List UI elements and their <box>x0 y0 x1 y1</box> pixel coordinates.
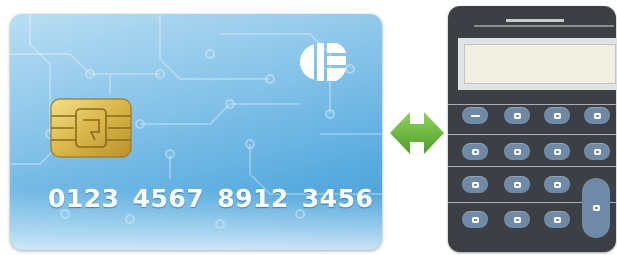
key-symbol-icon <box>593 148 601 155</box>
key-symbol-icon <box>513 148 521 155</box>
calculator-key[interactable] <box>544 143 570 160</box>
calculator-key[interactable] <box>504 211 530 228</box>
key-symbol-icon <box>471 216 479 223</box>
contact-chip-icon <box>50 98 132 158</box>
keypad-divider <box>448 104 616 105</box>
key-symbol-icon <box>513 181 521 188</box>
calculator-display <box>464 44 616 84</box>
minus-key[interactable] <box>462 107 488 124</box>
keypad-divider <box>448 134 616 135</box>
card-number-group: 3456 <box>301 184 374 213</box>
key-symbol-icon <box>592 205 600 211</box>
calculator-key[interactable] <box>504 176 530 193</box>
key-symbol-icon <box>593 112 601 119</box>
key-symbol-icon <box>553 112 561 119</box>
card-number: 0123 4567 8912 3456 <box>48 184 373 213</box>
keypad-divider <box>448 166 616 167</box>
calculator-key[interactable] <box>462 176 488 193</box>
calculator-key[interactable] <box>504 143 530 160</box>
key-symbol-icon <box>513 112 521 119</box>
minus-icon <box>470 114 480 117</box>
calculator-key[interactable] <box>462 211 488 228</box>
calculator-key[interactable] <box>504 107 530 124</box>
key-symbol-icon <box>553 181 561 188</box>
calculator-key[interactable] <box>584 143 610 160</box>
key-symbol-icon <box>471 181 479 188</box>
key-symbol-icon <box>553 148 561 155</box>
card-number-group: 0123 <box>48 184 120 213</box>
calculator-key[interactable] <box>544 176 570 193</box>
calculator-key[interactable] <box>584 107 610 124</box>
calculator <box>448 6 616 252</box>
calculator-key[interactable] <box>544 211 570 228</box>
smart-card: 0123 4567 8912 3456 <box>10 14 382 250</box>
calculator-tall-key[interactable] <box>582 178 610 238</box>
calculator-key[interactable] <box>544 107 570 124</box>
key-symbol-icon <box>553 216 561 223</box>
calculator-key[interactable] <box>462 143 488 160</box>
calculator-top-edge <box>474 25 614 27</box>
calculator-speaker-line <box>506 19 564 22</box>
card-number-group: 4567 <box>132 184 205 213</box>
double-headed-arrow-icon <box>390 112 444 154</box>
key-symbol-icon <box>513 216 521 223</box>
card-number-group: 8912 <box>217 184 289 213</box>
key-symbol-icon <box>471 148 479 155</box>
globe-logo-icon <box>300 43 346 81</box>
